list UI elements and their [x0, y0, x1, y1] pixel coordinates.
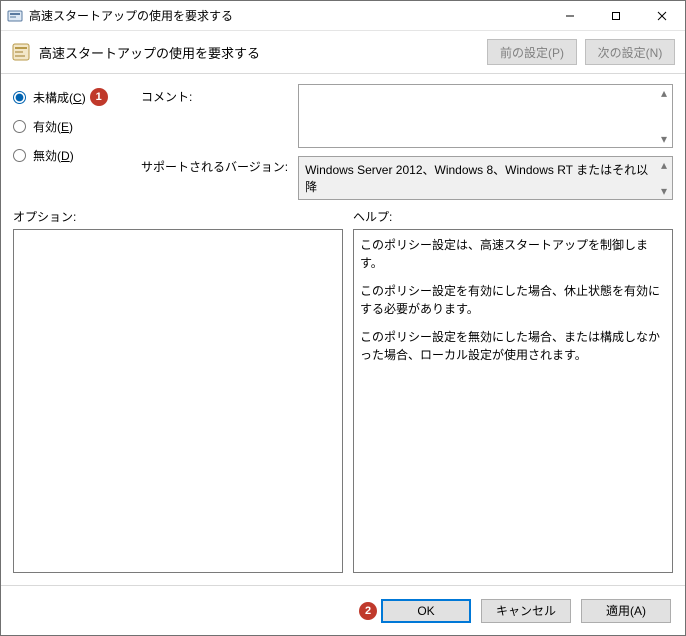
scroll-up-icon: ▴	[658, 159, 670, 171]
top-fields-col: ▴ ▾ Windows Server 2012、Windows 8、Window…	[298, 84, 673, 200]
panes-row: このポリシー設定は、高速スタートアップを制御します。 このポリシー設定を有効にし…	[13, 229, 673, 573]
supported-on-textbox: Windows Server 2012、Windows 8、Windows RT…	[298, 156, 673, 200]
apply-button[interactable]: 適用(A)	[581, 599, 671, 623]
scroll-down-icon[interactable]: ▾	[658, 133, 670, 145]
content-area: 未構成(C) 1 有効(E) 無効(D) コメント: サポートされるバージョン:	[1, 74, 685, 585]
previous-setting-button[interactable]: 前の設定(P)	[487, 39, 577, 65]
radio-not-configured[interactable]: 未構成(C) 1	[13, 88, 131, 106]
app-icon	[7, 8, 23, 24]
help-paragraph-1: このポリシー設定は、高速スタートアップを制御します。	[360, 236, 666, 272]
window-title: 高速スタートアップの使用を要求する	[29, 7, 547, 24]
help-pane[interactable]: このポリシー設定は、高速スタートアップを制御します。 このポリシー設定を有効にし…	[353, 229, 673, 573]
header-bar: 高速スタートアップの使用を要求する 前の設定(P) 次の設定(N)	[1, 31, 685, 74]
radio-disabled-label: 無効(D)	[33, 147, 74, 164]
ok-callout-wrapper: 2 OK	[359, 599, 471, 623]
radio-disabled[interactable]: 無効(D)	[13, 147, 131, 164]
radio-enabled-input[interactable]	[13, 120, 26, 133]
options-label: オプション:	[13, 208, 353, 225]
policy-icon	[11, 42, 31, 62]
radio-enabled-label: 有効(E)	[33, 118, 73, 135]
minimize-button[interactable]	[547, 1, 593, 31]
footer-bar: 2 OK キャンセル 適用(A)	[1, 585, 685, 635]
ok-button[interactable]: OK	[381, 599, 471, 623]
close-button[interactable]	[639, 1, 685, 31]
help-label: ヘルプ:	[353, 208, 673, 225]
supported-label: サポートされるバージョン:	[141, 156, 288, 175]
comment-textbox[interactable]: ▴ ▾	[298, 84, 673, 148]
comment-label: コメント:	[141, 86, 288, 150]
header-title: 高速スタートアップの使用を要求する	[39, 43, 479, 62]
top-labels-col: コメント: サポートされるバージョン:	[141, 84, 288, 200]
state-radio-group: 未構成(C) 1 有効(E) 無効(D)	[13, 84, 131, 200]
policy-editor-window: 高速スタートアップの使用を要求する 高速スタートアップの使用を要求する 前の設定…	[0, 0, 686, 636]
radio-disabled-input[interactable]	[13, 149, 26, 162]
next-setting-button[interactable]: 次の設定(N)	[585, 39, 675, 65]
options-pane[interactable]	[13, 229, 343, 573]
scroll-up-icon[interactable]: ▴	[658, 87, 670, 99]
help-paragraph-2: このポリシー設定を有効にした場合、休止状態を有効にする必要があります。	[360, 282, 666, 318]
radio-not-configured-label: 未構成(C)	[33, 89, 86, 106]
radio-not-configured-input[interactable]	[13, 91, 26, 104]
callout-1: 1	[90, 88, 108, 106]
radio-enabled[interactable]: 有効(E)	[13, 118, 131, 135]
cancel-button[interactable]: キャンセル	[481, 599, 571, 623]
top-row: 未構成(C) 1 有効(E) 無効(D) コメント: サポートされるバージョン:	[13, 84, 673, 200]
help-paragraph-3: このポリシー設定を無効にした場合、または構成しなかった場合、ローカル設定が使用さ…	[360, 328, 666, 364]
titlebar: 高速スタートアップの使用を要求する	[1, 1, 685, 31]
supported-value: Windows Server 2012、Windows 8、Windows RT…	[305, 163, 648, 194]
maximize-button[interactable]	[593, 1, 639, 31]
mid-labels: オプション: ヘルプ:	[13, 208, 673, 225]
scroll-down-icon: ▾	[658, 185, 670, 197]
window-controls	[547, 1, 685, 30]
callout-2: 2	[359, 602, 377, 620]
